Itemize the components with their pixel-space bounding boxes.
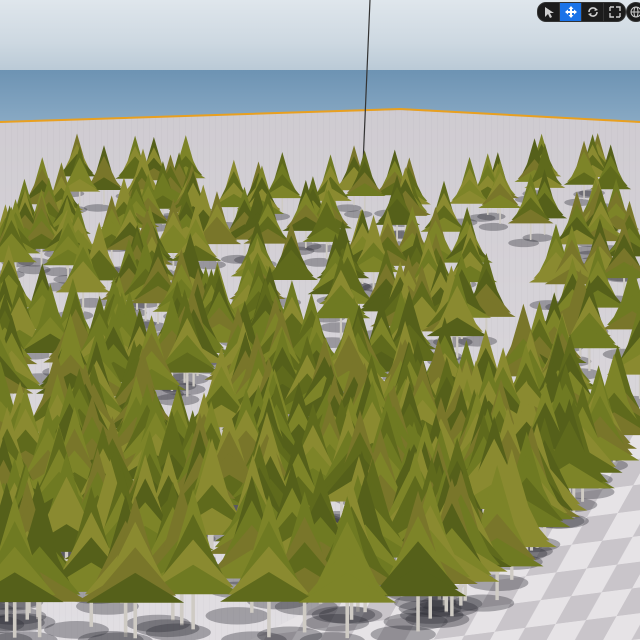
translate-tool-button[interactable] [560, 3, 582, 21]
scale-icon [608, 6, 621, 18]
scene-canvas[interactable] [0, 0, 640, 640]
translate-move-icon [564, 6, 577, 18]
world-space-toggle[interactable] [626, 2, 640, 22]
scale-tool-button[interactable] [604, 3, 625, 21]
rotate-icon [587, 7, 598, 17]
transform-toolbar [537, 2, 626, 22]
select-arrow-icon [544, 7, 554, 18]
rotate-tool-button[interactable] [582, 3, 604, 21]
globe-icon [630, 6, 640, 18]
3d-viewport[interactable] [0, 0, 640, 640]
select-tool-button[interactable] [538, 3, 560, 21]
